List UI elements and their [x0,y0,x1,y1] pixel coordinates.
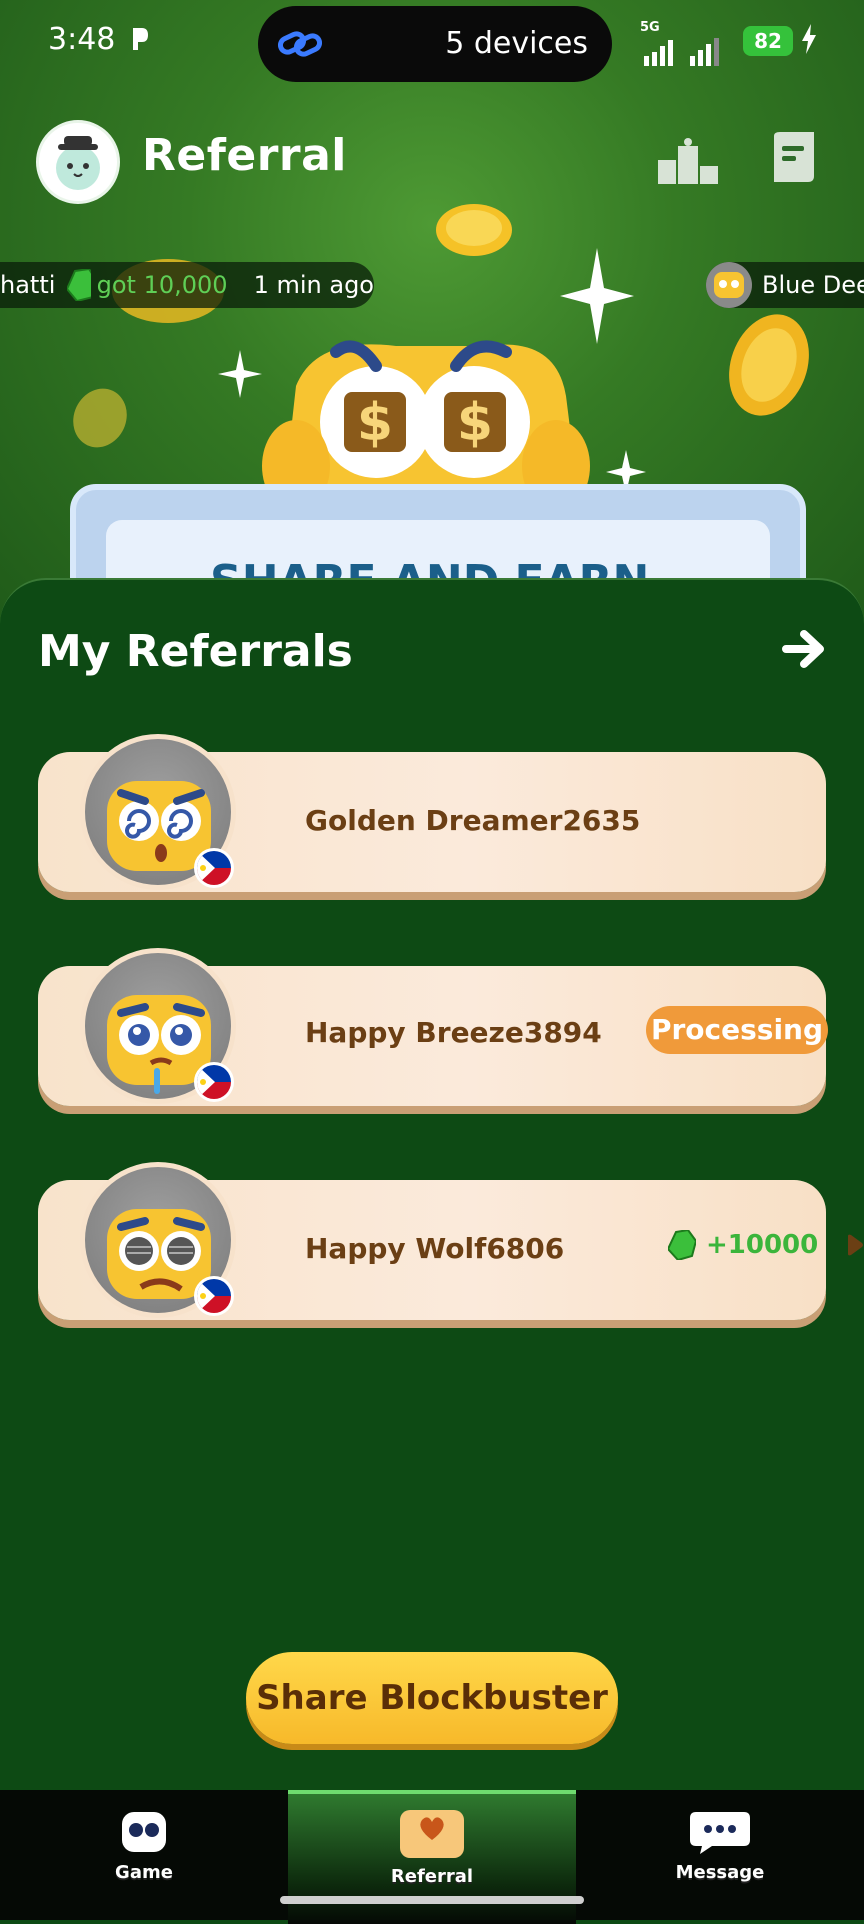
play-icon[interactable] [846,1234,864,1256]
status-time: 3:48 [48,22,116,57]
dynamic-island[interactable]: 5 devices [258,6,612,82]
chat-bubble-icon [690,1812,750,1854]
page-title: Referral [142,130,347,181]
ticker-next-user: Blue Dee [762,271,864,299]
book-icon[interactable] [768,132,816,182]
charging-bolt-icon [802,24,816,54]
reward-amount: +10000 [706,1230,819,1260]
heart-envelope-icon [400,1810,464,1858]
gem-icon [67,269,91,301]
philippines-flag-icon [194,1276,234,1316]
ticker-user: hatti [0,271,56,299]
tab-label: Referral [390,1866,474,1887]
podium-icon[interactable] [658,138,718,184]
p-icon [133,28,148,50]
user-avatar-small [706,262,752,308]
user-avatar[interactable] [36,120,120,204]
cat-avatar-icon [56,136,100,190]
devices-count: 5 devices [445,26,588,61]
link-icon [278,31,322,57]
philippines-flag-icon [194,848,234,888]
coin-decoration-1 [436,204,512,256]
referrals-title: My Referrals [38,626,353,677]
tab-referral[interactable]: Referral [372,1806,492,1887]
philippines-flag-icon [194,1062,234,1102]
arrow-right-icon[interactable] [782,628,826,670]
svg-text:$: $ [357,393,393,453]
home-indicator[interactable] [280,1896,584,1904]
ticker-time: 1 min ago [253,271,374,299]
battery-level: 82 [743,26,793,56]
referral-name: Happy Wolf6806 [305,1232,565,1265]
ticker-gain: got 10,000 [96,271,228,299]
coin-decoration-3 [73,388,127,448]
status-badge: Processing [646,1006,828,1054]
network-type: 5G [640,20,660,35]
svg-text:$: $ [457,393,493,453]
game-icon [122,1812,166,1852]
gem-icon [668,1230,696,1260]
hero-banner: $ $ SHARE AND EARN 3:48 5 devices 5G 82 [0,0,864,640]
tab-game[interactable]: Game [84,1806,204,1883]
referral-reward: +10000 [668,1230,864,1260]
reward-ticker-next: Blue Dee [706,262,864,308]
reward-ticker: hatti got 10,000 1 min ago [0,262,374,308]
share-blockbuster-button[interactable]: Share Blockbuster [246,1652,618,1744]
tab-message[interactable]: Message [660,1806,780,1883]
tab-label: Message [675,1862,765,1883]
referral-name: Happy Breeze3894 [305,1016,602,1049]
coin-decoration-2 [729,314,809,416]
tab-label: Game [115,1862,173,1883]
referral-name: Golden Dreamer2635 [305,804,641,837]
